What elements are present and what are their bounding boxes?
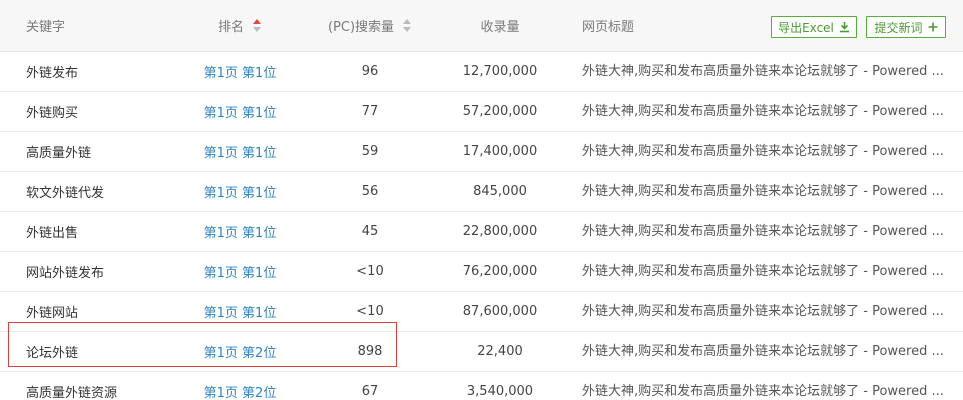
table-row: 论坛外链 第1页 第2位 898 22,400 外链大神,购买和发布高质量外链来本论坛就… (0, 332, 963, 372)
indexed-cell: 17,400,000 (462, 144, 538, 159)
indexed-cell: 845,000 (473, 184, 527, 199)
header-search-volume[interactable]: (PC)搜索量 (310, 0, 430, 51)
keyword-cell: 外链出售 (26, 226, 79, 241)
sort-icon[interactable] (402, 18, 412, 33)
search-volume-cell: <10 (356, 264, 384, 279)
keyword-ranking-table: 关键字 排名 (PC)搜索量 收录量 网页标题 导出Excel 提交新词 外链发… (0, 0, 963, 400)
keyword-cell: 网站外链发布 (26, 266, 105, 281)
page-title-cell: 外链大神,购买和发布高质量外链来本论坛就够了 - Powered ... (582, 144, 944, 159)
keyword-cell: 软文外链代发 (26, 186, 105, 201)
table-row: 软文外链代发 第1页 第1位 56 845,000 外链大神,购买和发布高质量外链来本论… (0, 172, 963, 212)
indexed-cell: 22,400 (477, 344, 523, 359)
rank-link[interactable]: 第1页 第2位 (178, 372, 302, 400)
submit-new-keyword-label: 提交新词 (874, 20, 923, 35)
indexed-cell: 87,600,000 (462, 304, 538, 319)
rank-link[interactable]: 第1页 第1位 (178, 132, 302, 171)
rank-link[interactable]: 第1页 第1位 (178, 212, 302, 251)
table-row: 高质量外链 第1页 第1位 59 17,400,000 外链大神,购买和发布高质量外链来… (0, 132, 963, 172)
table-row: 高质量外链资源 第1页 第2位 67 3,540,000 外链大神,购买和发布高质量外链… (0, 372, 963, 400)
search-volume-cell: 59 (361, 144, 379, 159)
header-keyword: 关键字 (26, 20, 66, 35)
page-title-cell: 外链大神,购买和发布高质量外链来本论坛就够了 - Powered ... (582, 104, 944, 119)
sort-icon[interactable] (252, 18, 262, 33)
rank-link[interactable]: 第1页 第2位 (178, 332, 302, 371)
page-title-cell: 外链大神,购买和发布高质量外链来本论坛就够了 - Powered ... (582, 384, 944, 399)
rank-link[interactable]: 第1页 第1位 (178, 172, 302, 211)
page-title-cell: 外链大神,购买和发布高质量外链来本论坛就够了 - Powered ... (582, 224, 944, 239)
submit-new-keyword-button[interactable]: 提交新词 (866, 16, 946, 38)
header-page-title: 网页标题 (582, 20, 635, 35)
keyword-cell: 外链网站 (26, 306, 79, 321)
page-title-cell: 外链大神,购买和发布高质量外链来本论坛就够了 - Powered ... (582, 264, 944, 279)
plus-icon (928, 22, 938, 32)
indexed-cell: 57,200,000 (462, 104, 538, 119)
page-title-cell: 外链大神,购买和发布高质量外链来本论坛就够了 - Powered ... (582, 344, 944, 359)
keyword-cell: 外链购买 (26, 106, 79, 121)
table-row: 网站外链发布 第1页 第1位 <10 76,200,000 外链大神,购买和发布高质量外… (0, 252, 963, 292)
indexed-cell: 12,700,000 (462, 64, 538, 79)
header-indexed: 收录量 (480, 20, 520, 35)
rank-link[interactable]: 第1页 第1位 (178, 292, 302, 331)
rank-link[interactable]: 第1页 第1位 (178, 52, 302, 91)
export-excel-button[interactable]: 导出Excel (771, 16, 857, 38)
page-title-cell: 外链大神,购买和发布高质量外链来本论坛就够了 - Powered ... (582, 184, 944, 199)
search-volume-cell: 77 (361, 104, 379, 119)
keyword-cell: 论坛外链 (26, 346, 79, 361)
search-volume-cell: 898 (357, 344, 383, 359)
table-row: 外链出售 第1页 第1位 45 22,800,000 外链大神,购买和发布高质量外链来本… (0, 212, 963, 252)
indexed-cell: 3,540,000 (466, 384, 534, 399)
page-title-cell: 外链大神,购买和发布高质量外链来本论坛就够了 - Powered ... (582, 304, 944, 319)
download-icon (839, 21, 850, 33)
indexed-cell: 76,200,000 (462, 264, 538, 279)
table-header: 关键字 排名 (PC)搜索量 收录量 网页标题 导出Excel 提交新词 (0, 0, 963, 52)
rank-link[interactable]: 第1页 第1位 (178, 92, 302, 131)
indexed-cell: 22,800,000 (462, 224, 538, 239)
header-rank-label: 排名 (217, 20, 244, 35)
search-volume-cell: 96 (361, 64, 379, 79)
export-excel-label: 导出Excel (778, 20, 834, 35)
header-search-volume-label: (PC)搜索量 (327, 20, 395, 35)
table-row: 外链网站 第1页 第1位 <10 87,600,000 外链大神,购买和发布高质量外链来… (0, 292, 963, 332)
rank-link[interactable]: 第1页 第1位 (178, 252, 302, 291)
search-volume-cell: 67 (361, 384, 379, 399)
table-row: 外链发布 第1页 第1位 96 12,700,000 外链大神,购买和发布高质量外链来本… (0, 52, 963, 92)
header-rank[interactable]: 排名 (178, 0, 302, 51)
keyword-cell: 外链发布 (26, 66, 79, 81)
search-volume-cell: 56 (361, 184, 379, 199)
search-volume-cell: <10 (356, 304, 384, 319)
search-volume-cell: 45 (361, 224, 379, 239)
page-title-cell: 外链大神,购买和发布高质量外链来本论坛就够了 - Powered ... (582, 64, 944, 79)
keyword-cell: 高质量外链 (26, 146, 92, 161)
table-row: 外链购买 第1页 第1位 77 57,200,000 外链大神,购买和发布高质量外链来本… (0, 92, 963, 132)
keyword-cell: 高质量外链资源 (26, 386, 118, 400)
